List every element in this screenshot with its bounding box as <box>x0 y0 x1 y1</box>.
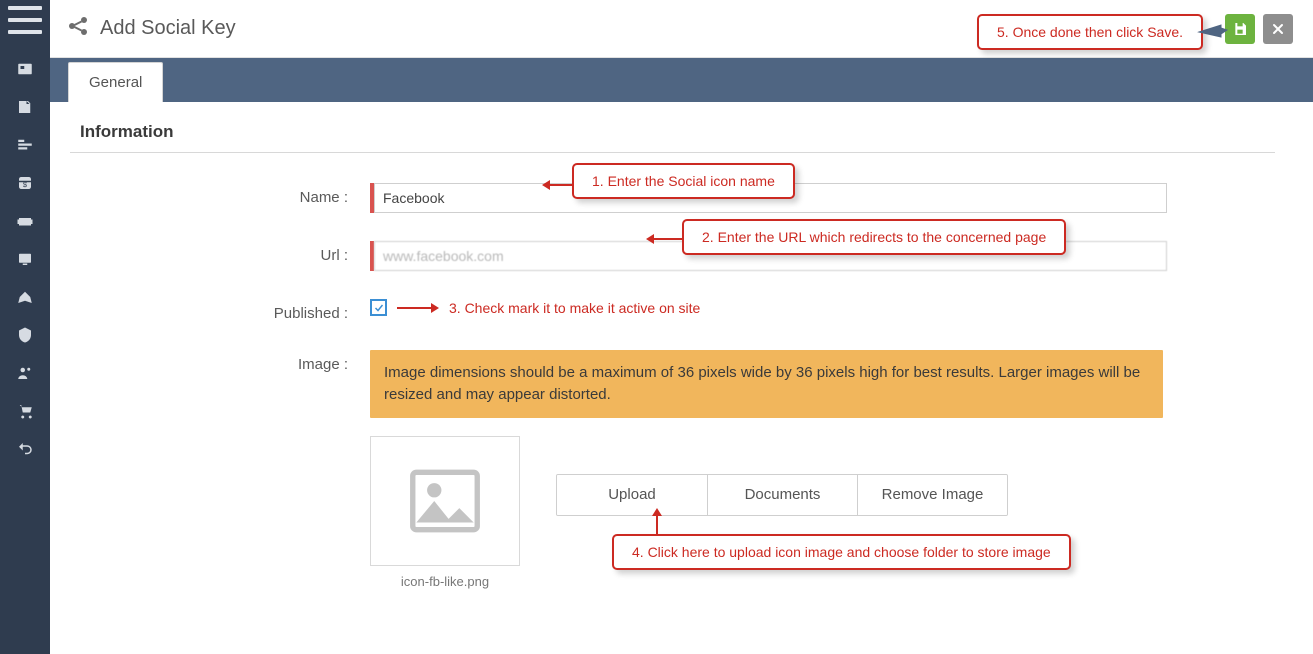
tab-general[interactable]: General <box>68 62 163 102</box>
nav-item-10[interactable] <box>0 392 50 430</box>
image-note: Image dimensions should be a maximum of … <box>370 350 1163 418</box>
documents-button[interactable]: Documents <box>707 475 857 515</box>
published-label: Published : <box>70 299 370 322</box>
image-filename: icon-fb-like.png <box>401 574 489 589</box>
nav-item-8[interactable] <box>0 316 50 354</box>
nav-item-7[interactable] <box>0 278 50 316</box>
nav-item-1[interactable] <box>0 50 50 88</box>
published-hint: 3. Check mark it to make it active on si… <box>449 300 700 316</box>
remove-image-button[interactable]: Remove Image <box>857 475 1007 515</box>
callout-2-pointer <box>654 238 684 240</box>
section-title: Information <box>70 112 1275 153</box>
nav-item-3[interactable] <box>0 126 50 164</box>
callout-5: 5. Once done then click Save. <box>977 14 1203 50</box>
callout-4-pointer <box>656 516 658 536</box>
nav-item-5[interactable] <box>0 202 50 240</box>
callout-4: 4. Click here to upload icon image and c… <box>612 534 1071 570</box>
callout-2: 2. Enter the URL which redirects to the … <box>682 219 1066 255</box>
share-icon <box>66 14 90 43</box>
image-thumbnail <box>370 436 520 566</box>
url-label: Url : <box>70 241 370 264</box>
tabs: General <box>50 58 1313 102</box>
cancel-button[interactable] <box>1263 14 1293 44</box>
published-checkbox[interactable] <box>370 299 387 316</box>
arrow-icon <box>397 305 439 311</box>
callout-5-tail <box>1197 22 1231 44</box>
nav-item-2[interactable] <box>0 88 50 126</box>
sidebar-nav: $ <box>0 0 50 654</box>
name-label: Name : <box>70 183 370 206</box>
callout-1-pointer <box>550 184 574 186</box>
upload-button[interactable]: Upload <box>557 475 707 515</box>
required-indicator <box>370 183 374 213</box>
callout-1: 1. Enter the Social icon name <box>572 163 795 199</box>
menu-toggle-icon[interactable] <box>8 6 42 34</box>
nav-item-6[interactable] <box>0 240 50 278</box>
content-area: Information Name : 1. Enter the Social i… <box>50 102 1295 654</box>
nav-item-undo[interactable] <box>0 430 50 468</box>
image-label: Image : <box>70 350 370 373</box>
nav-item-4[interactable]: $ <box>0 164 50 202</box>
nav-item-9[interactable] <box>0 354 50 392</box>
image-buttons: Upload Documents Remove Image <box>556 474 1008 516</box>
page-title: Add Social Key <box>100 17 236 40</box>
